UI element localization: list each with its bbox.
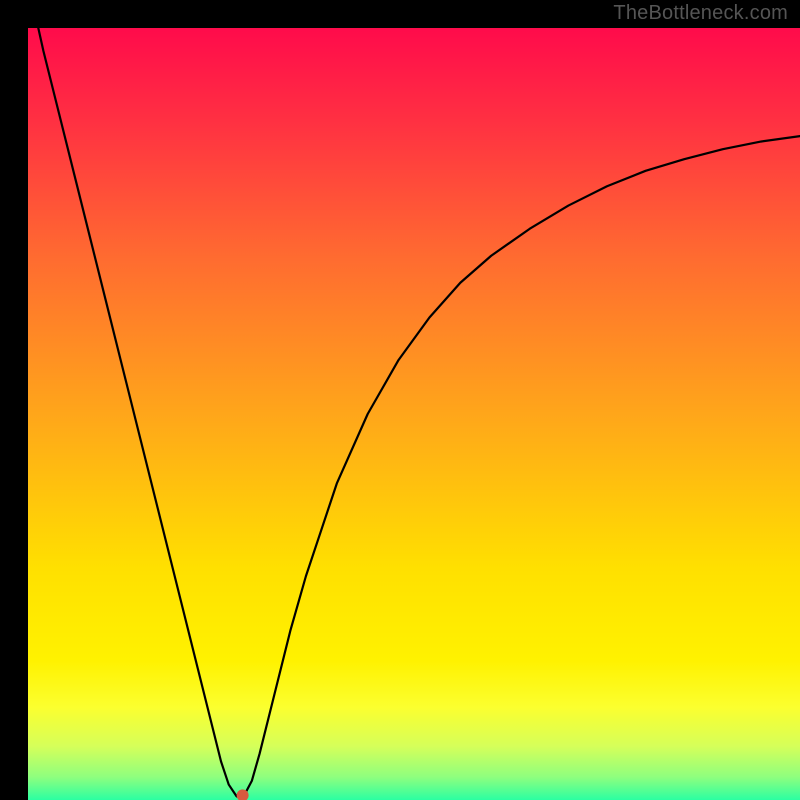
plot-frame <box>14 14 786 786</box>
bottleneck-chart <box>28 28 800 800</box>
watermark-text: TheBottleneck.com <box>613 2 788 25</box>
gradient-bg <box>28 28 800 800</box>
